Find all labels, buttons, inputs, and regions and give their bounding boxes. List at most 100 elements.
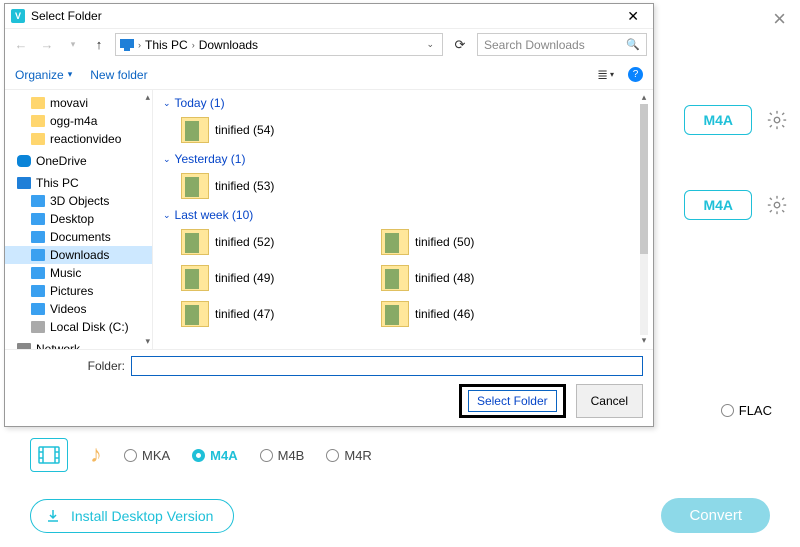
tree-item-desktop[interactable]: Desktop: [5, 210, 152, 228]
nav-back-button[interactable]: ←: [11, 35, 31, 55]
tree-item-local-disk-c-[interactable]: Local Disk (C:): [5, 318, 152, 336]
radio-m4b[interactable]: M4B: [260, 448, 305, 463]
folder-icon: [181, 265, 209, 291]
tree-item-reactionvideo[interactable]: reactionvideo: [5, 130, 152, 148]
folder-icon: [181, 173, 209, 199]
folder-item[interactable]: tinified (53): [157, 168, 357, 204]
folder-item[interactable]: tinified (50): [357, 224, 557, 260]
tree-item-label: This PC: [36, 176, 79, 190]
tree-item-music[interactable]: Music: [5, 264, 152, 282]
cancel-button[interactable]: Cancel: [576, 384, 643, 418]
search-icon: 🔍: [626, 38, 640, 51]
tree-item-network[interactable]: Network: [5, 340, 152, 349]
help-icon[interactable]: ?: [628, 67, 643, 82]
tree-item-movavi[interactable]: movavi: [5, 94, 152, 112]
music-format-icon[interactable]: ♪: [90, 441, 102, 469]
onedrive-icon: [17, 155, 31, 167]
folder-icon: [381, 301, 409, 327]
tree-item-onedrive[interactable]: OneDrive: [5, 152, 152, 170]
nav-recent-dropdown[interactable]: ▾: [63, 35, 83, 55]
tree-item-this-pc[interactable]: This PC: [5, 174, 152, 192]
folder-content: ▴ ▾ ⌄Today (1) tinified (54) ⌄Yesterday (1…: [153, 90, 653, 349]
thispc-icon: [17, 177, 31, 189]
tree-item-3d-objects[interactable]: 3D Objects: [5, 192, 152, 210]
tree-item-pictures[interactable]: Pictures: [5, 282, 152, 300]
tree-item-documents[interactable]: Documents: [5, 228, 152, 246]
group-header[interactable]: ⌄Last week (10): [157, 204, 649, 224]
tree-item-label: Desktop: [50, 212, 94, 226]
breadcrumb[interactable]: › This PC › Downloads ⌄: [115, 33, 443, 56]
tree-item-label: Network: [36, 342, 80, 349]
format-button-m4a-2[interactable]: M4A: [684, 190, 752, 220]
disk-icon: [31, 321, 45, 333]
tree-item-label: Downloads: [50, 248, 109, 262]
folder-icon: [181, 301, 209, 327]
folder-icon: [381, 229, 409, 255]
new-folder-button[interactable]: New folder: [90, 68, 147, 82]
folder-icon: [31, 97, 45, 109]
refresh-button[interactable]: ⟳: [449, 34, 471, 56]
dialog-close-button[interactable]: ✕: [619, 8, 647, 25]
content-scrollbar[interactable]: ▴ ▾: [637, 92, 651, 347]
group-header[interactable]: ⌄Yesterday (1): [157, 148, 649, 168]
tree-item-label: movavi: [50, 96, 88, 110]
scroll-up-arrow[interactable]: ▴: [637, 92, 651, 104]
folder-item-label: tinified (46): [415, 307, 474, 321]
radio-m4a[interactable]: M4A: [192, 448, 237, 463]
tree-item-downloads[interactable]: Downloads: [5, 246, 152, 264]
folder-icon: [381, 265, 409, 291]
folder-item[interactable]: tinified (48): [357, 260, 557, 296]
video-format-icon[interactable]: [30, 438, 68, 472]
folder-icon: [181, 117, 209, 143]
view-options-button[interactable]: ≣▾: [597, 67, 614, 83]
search-placeholder: Search Downloads: [484, 38, 585, 52]
scroll-down-arrow[interactable]: ▾: [637, 335, 651, 347]
chevron-down-icon: ⌄: [163, 98, 171, 109]
folder-item-label: tinified (54): [215, 123, 274, 137]
thispc-icon: [120, 39, 134, 51]
tree-item-ogg-m4a[interactable]: ogg-m4a: [5, 112, 152, 130]
install-desktop-button[interactable]: Install Desktop Version: [30, 499, 234, 533]
folder-item[interactable]: tinified (52): [157, 224, 357, 260]
search-input[interactable]: Search Downloads 🔍: [477, 33, 647, 56]
app-close-button[interactable]: ×: [773, 6, 786, 32]
select-folder-button[interactable]: Select Folder: [468, 390, 557, 412]
folder-item[interactable]: tinified (46): [357, 296, 557, 332]
select-folder-dialog: V Select Folder ✕ ← → ▾ ↑ › This PC › Do…: [4, 3, 654, 427]
tree-scroll-down[interactable]: ▾: [145, 336, 150, 347]
tree-item-label: ogg-m4a: [50, 114, 97, 128]
breadcrumb-downloads[interactable]: Downloads: [199, 38, 258, 52]
tree-scroll-up[interactable]: ▴: [145, 92, 150, 103]
folder-icon: [31, 115, 45, 127]
format-button-m4a-1[interactable]: M4A: [684, 105, 752, 135]
radio-flac[interactable]: FLAC: [721, 403, 772, 418]
breadcrumb-thispc[interactable]: This PC: [145, 38, 188, 52]
tree-item-label: Music: [50, 266, 81, 280]
blue-icon: [31, 285, 45, 297]
dialog-title: Select Folder: [31, 9, 102, 23]
tree-item-videos[interactable]: Videos: [5, 300, 152, 318]
folder-item[interactable]: tinified (47): [157, 296, 357, 332]
tree-item-label: Videos: [50, 302, 86, 316]
group-header[interactable]: ⌄Today (1): [157, 92, 649, 112]
radio-m4r[interactable]: M4R: [326, 448, 371, 463]
folder-field-label: Folder:: [15, 359, 125, 373]
convert-button[interactable]: Convert: [661, 498, 770, 533]
folder-item[interactable]: tinified (49): [157, 260, 357, 296]
tree-item-label: Pictures: [50, 284, 93, 298]
folder-item[interactable]: tinified (54): [157, 112, 357, 148]
app-logo-icon: V: [11, 9, 25, 23]
gear-icon[interactable]: [766, 194, 788, 216]
tree-item-label: Documents: [50, 230, 111, 244]
breadcrumb-dropdown[interactable]: ⌄: [422, 39, 438, 50]
blue-icon: [31, 249, 45, 261]
radio-mka[interactable]: MKA: [124, 448, 170, 463]
tree-item-label: reactionvideo: [50, 132, 121, 146]
net-icon: [17, 343, 31, 349]
organize-menu[interactable]: Organize ▾: [15, 68, 72, 82]
gear-icon[interactable]: [766, 109, 788, 131]
nav-up-button[interactable]: ↑: [89, 35, 109, 55]
nav-forward-button[interactable]: →: [37, 35, 57, 55]
tree-item-label: OneDrive: [36, 154, 87, 168]
folder-name-input[interactable]: [131, 356, 643, 376]
